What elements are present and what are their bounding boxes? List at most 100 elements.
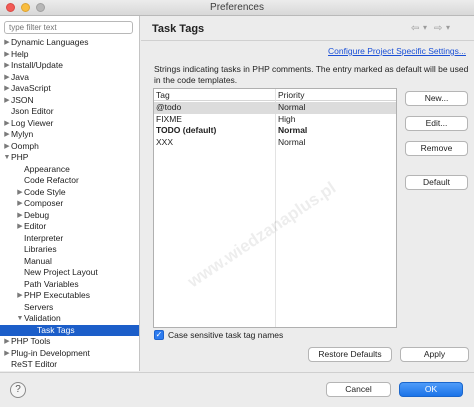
expanded-arrow-icon[interactable]: ▼ — [16, 313, 24, 325]
back-menu-chevron-icon[interactable]: ▾ — [423, 23, 427, 32]
tree-item[interactable]: Manual — [0, 256, 139, 268]
tree-item[interactable]: Json Editor — [0, 106, 139, 118]
expanded-arrow-icon[interactable]: ▼ — [3, 152, 11, 164]
collapsed-arrow-icon[interactable]: ▶ — [3, 60, 11, 72]
table-row[interactable]: @todo Normal — [154, 102, 396, 114]
collapsed-arrow-icon[interactable]: ▶ — [16, 290, 24, 302]
tree-item-label: Plug-in Development — [11, 347, 90, 358]
tree-item[interactable]: Task Tags — [0, 324, 139, 336]
task-tags-table: Tag Priority @todo Normal FIXME High TODO (d… — [153, 88, 397, 328]
tree-item[interactable]: ▶ Java — [0, 72, 139, 84]
collapsed-arrow-icon[interactable]: ▶ — [16, 221, 24, 233]
collapsed-arrow-icon[interactable]: ▶ — [16, 198, 24, 210]
collapsed-arrow-icon[interactable]: ▶ — [3, 141, 11, 153]
tree-item[interactable]: ▶ JavaScript — [0, 83, 139, 95]
configure-project-settings-link[interactable]: Configure Project Specific Settings... — [328, 46, 466, 56]
tree-item[interactable]: Appearance — [0, 164, 139, 176]
collapsed-arrow-icon[interactable]: ▶ — [16, 210, 24, 222]
tree-item-label: Code Style — [24, 186, 66, 197]
tree-item[interactable]: ▶ Help — [0, 49, 139, 61]
table-row[interactable]: FIXME High — [154, 114, 396, 126]
collapsed-arrow-icon[interactable]: ▶ — [3, 49, 11, 61]
collapsed-arrow-icon[interactable]: ▶ — [3, 129, 11, 141]
column-header-tag[interactable]: Tag — [154, 89, 170, 101]
remove-button[interactable]: Remove — [405, 141, 468, 156]
collapsed-arrow-icon[interactable]: ▶ — [3, 72, 11, 84]
table-row[interactable]: TODO (default) Normal — [154, 125, 396, 137]
edit-button[interactable]: Edit... — [405, 116, 468, 131]
help-icon[interactable]: ? — [10, 382, 26, 398]
tree-item-label: ReST Editor — [11, 359, 58, 369]
case-sensitive-checkbox[interactable]: ✓ — [154, 330, 164, 340]
priority-cell: Normal — [278, 125, 308, 135]
priority-cell: Normal — [278, 136, 306, 147]
tree-item-label: JavaScript — [11, 83, 51, 93]
cancel-button[interactable]: Cancel — [326, 382, 391, 397]
tree-item[interactable]: Libraries — [0, 244, 139, 256]
ok-button[interactable]: OK — [399, 382, 463, 397]
tree-item[interactable]: Code Refactor — [0, 175, 139, 187]
tree-item[interactable]: ▼ Validation — [0, 313, 139, 325]
tree-item[interactable]: Servers — [0, 302, 139, 314]
tree-item[interactable]: ▶ Log Viewer — [0, 118, 139, 130]
tree-item-label: Log Viewer — [11, 117, 54, 128]
tree-item[interactable]: New Project Layout — [0, 267, 139, 279]
window-title: Preferences — [210, 2, 264, 13]
tree-item[interactable]: ▶ Code Style — [0, 187, 139, 199]
collapsed-arrow-icon[interactable]: ▶ — [3, 336, 11, 348]
page-header: Task Tags ⇦ ▾ ⇨ ▾ — [141, 16, 474, 41]
preferences-tree-panel: ▶Dynamic Languages▶Help▶Install/Update▶J… — [0, 16, 140, 371]
table-row[interactable]: XXX Normal — [154, 137, 396, 149]
tree-item-label: Composer — [24, 198, 64, 208]
tree-item[interactable]: ▶ Editor — [0, 221, 139, 233]
tree-item[interactable]: ▶ Plug-in Development — [0, 348, 139, 360]
tree-item[interactable]: ▶ Composer — [0, 198, 139, 210]
tree-item[interactable]: ▶ Mylyn — [0, 129, 139, 141]
back-arrow-icon[interactable]: ⇦ — [411, 23, 419, 34]
column-header-priority[interactable]: Priority — [276, 89, 304, 101]
preferences-tree: ▶ Dynamic Languages ▶ Help ▶ Install/Update ▶ J… — [0, 37, 139, 371]
priority-cell: High — [278, 113, 296, 124]
collapsed-arrow-icon[interactable]: ▶ — [3, 118, 11, 130]
task-tags-page: Task Tags ⇦ ▾ ⇨ ▾ Configure Project Spec… — [141, 16, 474, 371]
tag-cell: @todo — [156, 102, 182, 112]
tree-item[interactable]: ▼ PHP — [0, 152, 139, 164]
tree-item-label: Path Variables — [24, 278, 79, 289]
tree-item[interactable]: ReST Editor — [0, 359, 139, 371]
collapsed-arrow-icon[interactable]: ▶ — [3, 83, 11, 95]
tree-item[interactable]: ▶ PHP Executables — [0, 290, 139, 302]
tree-item-label: Task Tags — [37, 324, 75, 335]
tree-item[interactable]: Interpreter — [0, 233, 139, 245]
new-button[interactable]: New... — [405, 91, 468, 106]
restore-defaults-button[interactable]: Restore Defaults — [308, 347, 392, 362]
collapsed-arrow-icon[interactable]: ▶ — [3, 37, 11, 49]
tree-item[interactable]: ▶ Debug — [0, 210, 139, 222]
tree-item-label: Appearance — [24, 163, 70, 174]
tree-item[interactable]: ▶ Oomph — [0, 141, 139, 153]
collapsed-arrow-icon[interactable]: ▶ — [16, 187, 24, 199]
tree-item[interactable]: Path Variables — [0, 279, 139, 291]
filter-input[interactable] — [4, 21, 133, 34]
tree-item[interactable]: ▶ PHP Tools — [0, 336, 139, 348]
collapsed-arrow-icon[interactable]: ▶ — [3, 348, 11, 360]
forward-menu-chevron-icon[interactable]: ▾ — [446, 23, 450, 32]
tree-item-label: Help — [11, 48, 29, 59]
apply-button[interactable]: Apply — [400, 347, 469, 362]
page-description: Strings indicating tasks in PHP comments… — [154, 64, 469, 85]
tree-item-label: New Project Layout — [24, 267, 98, 277]
tree-item[interactable]: ▶ Install/Update — [0, 60, 139, 72]
default-button[interactable]: Default — [405, 175, 468, 190]
page-title: Task Tags — [152, 23, 205, 35]
tree-item-label: JSON — [11, 94, 34, 105]
tree-item-label: Oomph — [11, 140, 39, 151]
tag-cell: FIXME — [156, 113, 182, 124]
tree-item[interactable]: ▶ JSON — [0, 95, 139, 107]
tree-item-label: Interpreter — [24, 232, 64, 243]
collapsed-arrow-icon[interactable]: ▶ — [3, 95, 11, 107]
case-sensitive-label[interactable]: Case sensitive task tag names — [168, 330, 283, 340]
tree-item[interactable]: ▶ Dynamic Languages — [0, 37, 139, 49]
tag-cell: TODO (default) — [156, 125, 217, 135]
tag-cell: XXX — [156, 136, 174, 147]
forward-arrow-icon[interactable]: ⇨ — [434, 23, 442, 34]
title-bar: Preferences — [0, 0, 474, 16]
